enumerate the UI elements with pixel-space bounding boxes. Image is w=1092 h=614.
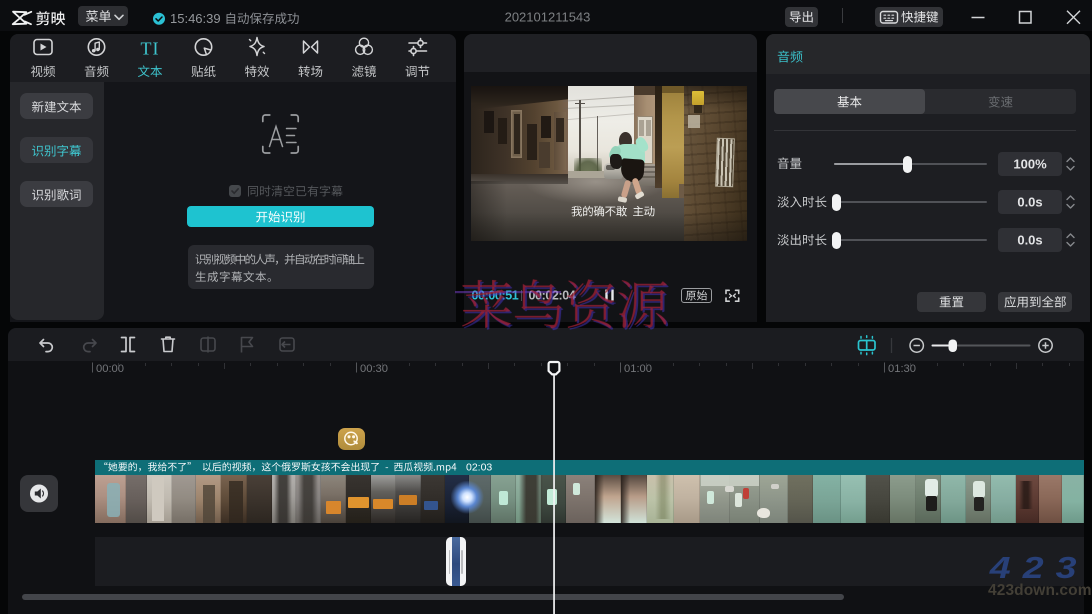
svg-text:01:30: 01:30 bbox=[888, 363, 916, 375]
svg-text:00:00: 00:00 bbox=[96, 363, 124, 375]
svg-text:02:03: 02:03 bbox=[466, 462, 492, 474]
svg-text:00:30: 00:30 bbox=[360, 363, 388, 375]
svg-text:423: 423 bbox=[989, 551, 1089, 585]
svg-text:01:00: 01:00 bbox=[624, 363, 652, 375]
svg-text:423down.com: 423down.com bbox=[988, 582, 1092, 599]
svg-text:0.0s: 0.0s bbox=[1017, 195, 1042, 210]
svg-text:15:46:39: 15:46:39 bbox=[170, 11, 221, 26]
svg-text:202101211543: 202101211543 bbox=[505, 10, 591, 25]
svg-text:100%: 100% bbox=[1013, 157, 1047, 172]
svg-text:TI: TI bbox=[141, 39, 160, 59]
svg-text:0.0s: 0.0s bbox=[1017, 233, 1042, 248]
